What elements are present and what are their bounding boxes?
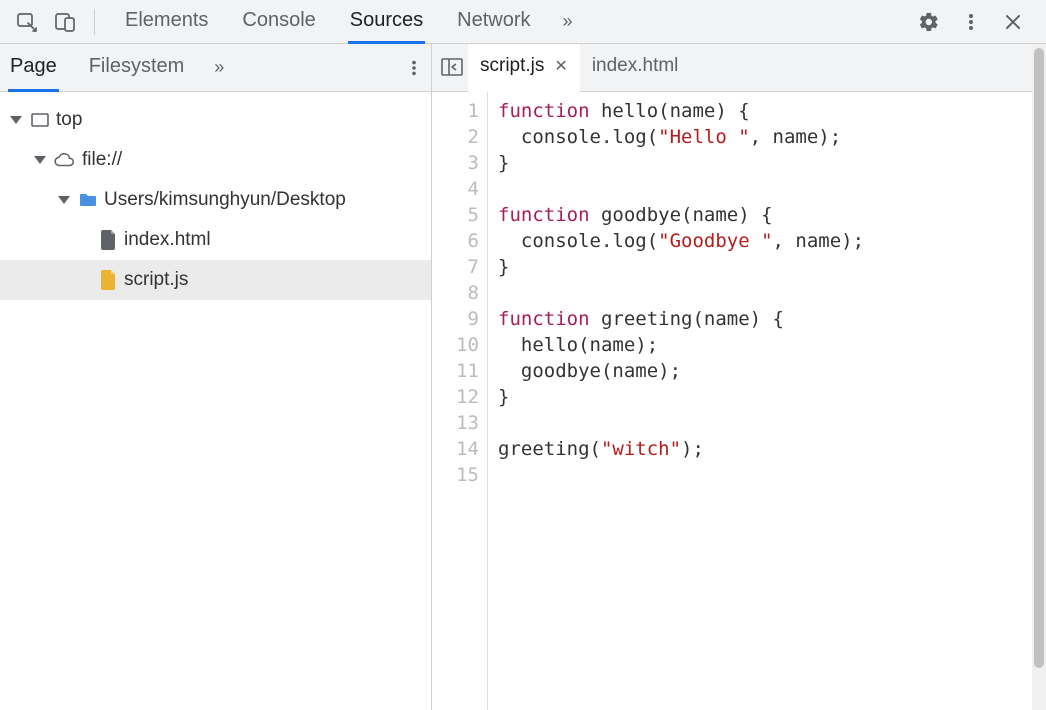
navigator-tab-filesystem[interactable]: Filesystem <box>87 44 187 92</box>
line-number-gutter: 123456789101112131415 <box>432 92 488 710</box>
editor-tabs: script.js ✕ index.html <box>432 44 1032 92</box>
code-line[interactable]: function hello(name) { <box>498 98 864 124</box>
file-tab-label: index.html <box>592 55 679 77</box>
tab-sources[interactable]: Sources <box>348 0 425 44</box>
line-number: 5 <box>432 202 479 228</box>
code-line[interactable] <box>498 176 864 202</box>
device-toggle-icon[interactable] <box>46 3 84 41</box>
panel-tabs: Elements Console Sources Network » <box>105 0 910 44</box>
navigator-pane: Page Filesystem » top file:// User <box>0 44 432 710</box>
code-line[interactable]: function goodbye(name) { <box>498 202 864 228</box>
document-icon <box>100 230 118 250</box>
devtools-toolbar: Elements Console Sources Network » <box>0 0 1046 44</box>
tab-elements[interactable]: Elements <box>123 0 210 44</box>
disclosure-triangle-icon[interactable] <box>10 116 22 124</box>
navigator-kebab-icon[interactable] <box>405 59 423 77</box>
toolbar-right <box>910 3 1038 41</box>
line-number: 6 <box>432 228 479 254</box>
line-number: 14 <box>432 436 479 462</box>
line-number: 15 <box>432 462 479 488</box>
tree-label: top <box>56 109 82 131</box>
tab-console[interactable]: Console <box>240 0 317 44</box>
tree-label: Users/kimsunghyun/Desktop <box>104 189 346 211</box>
file-tab-label: script.js <box>480 55 544 77</box>
scrollbar-thumb[interactable] <box>1034 48 1044 668</box>
tab-network[interactable]: Network <box>455 0 532 44</box>
tree-label: file:// <box>82 149 122 171</box>
tree-node-origin[interactable]: file:// <box>0 140 431 180</box>
line-number: 13 <box>432 410 479 436</box>
cloud-icon <box>54 149 76 171</box>
inspect-icon[interactable] <box>8 3 46 41</box>
line-number: 11 <box>432 358 479 384</box>
file-tab-script-js[interactable]: script.js ✕ <box>468 44 580 92</box>
frame-icon <box>30 110 50 130</box>
line-number: 9 <box>432 306 479 332</box>
toggle-navigator-icon[interactable] <box>438 53 468 83</box>
kebab-menu-icon[interactable] <box>952 3 990 41</box>
line-number: 1 <box>432 98 479 124</box>
navigator-tabs: Page Filesystem » <box>0 44 431 92</box>
file-tab-index-html[interactable]: index.html <box>580 44 691 92</box>
line-number: 8 <box>432 280 479 306</box>
editor-pane: script.js ✕ index.html 12345678910111213… <box>432 44 1046 710</box>
code-line[interactable] <box>498 410 864 436</box>
tree-label: script.js <box>124 269 188 291</box>
disclosure-triangle-icon[interactable] <box>58 196 70 204</box>
tree-node-top[interactable]: top <box>0 100 431 140</box>
line-number: 4 <box>432 176 479 202</box>
code-content[interactable]: function hello(name) { console.log("Hell… <box>488 92 864 710</box>
code-line[interactable] <box>498 280 864 306</box>
code-line[interactable]: hello(name); <box>498 332 864 358</box>
code-line[interactable]: } <box>498 254 864 280</box>
line-number: 2 <box>432 124 479 150</box>
code-line[interactable]: function greeting(name) { <box>498 306 864 332</box>
close-devtools-icon[interactable] <box>994 3 1032 41</box>
line-number: 3 <box>432 150 479 176</box>
code-line[interactable]: console.log("Goodbye ", name); <box>498 228 864 254</box>
code-editor[interactable]: 123456789101112131415 function hello(nam… <box>432 92 1032 710</box>
tree-node-folder[interactable]: Users/kimsunghyun/Desktop <box>0 180 431 220</box>
line-number: 7 <box>432 254 479 280</box>
folder-icon <box>78 190 98 210</box>
code-line[interactable]: goodbye(name); <box>498 358 864 384</box>
more-navigator-tabs-icon[interactable]: » <box>214 57 224 78</box>
js-file-icon <box>100 270 118 290</box>
disclosure-triangle-icon[interactable] <box>34 156 46 164</box>
settings-gear-icon[interactable] <box>910 3 948 41</box>
navigator-tab-page[interactable]: Page <box>8 44 59 92</box>
vertical-scrollbar[interactable] <box>1032 44 1046 710</box>
tree-node-index-html[interactable]: index.html <box>0 220 431 260</box>
line-number: 12 <box>432 384 479 410</box>
close-tab-icon[interactable]: ✕ <box>554 56 567 76</box>
code-line[interactable] <box>498 462 864 488</box>
line-number: 10 <box>432 332 479 358</box>
file-tree: top file:// Users/kimsunghyun/Desktop in… <box>0 92 431 300</box>
tree-node-script-js[interactable]: script.js <box>0 260 431 300</box>
code-line[interactable]: } <box>498 150 864 176</box>
more-tabs-icon[interactable]: » <box>563 11 573 32</box>
code-line[interactable]: } <box>498 384 864 410</box>
code-line[interactable]: greeting("witch"); <box>498 436 864 462</box>
tree-label: index.html <box>124 229 211 251</box>
main-body: Page Filesystem » top file:// User <box>0 44 1046 710</box>
separator <box>94 9 95 35</box>
code-line[interactable]: console.log("Hello ", name); <box>498 124 864 150</box>
